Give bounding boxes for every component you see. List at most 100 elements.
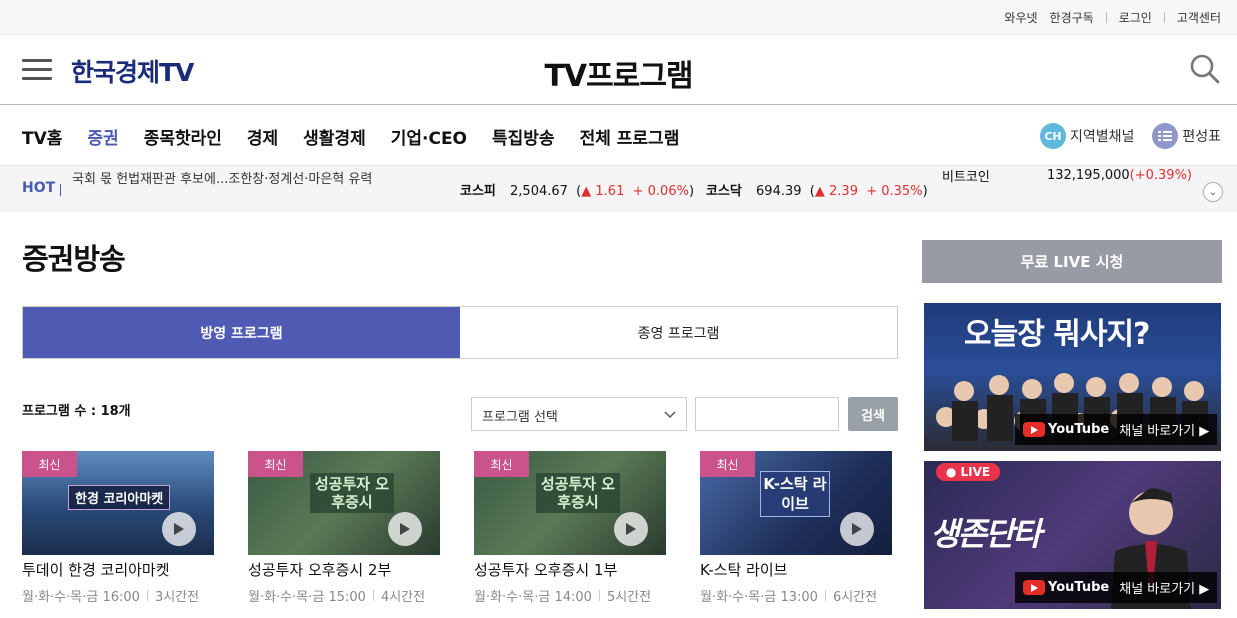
divider [1163, 12, 1165, 23]
hot-headline[interactable]: 국회 몫 헌법재판관 후보에...조한창·정계선·마은혁 유력 [72, 168, 372, 187]
channel-icon[interactable]: CH [1039, 123, 1066, 149]
thumbnail-title: 한경 코리아마켓 [68, 485, 171, 510]
bitcoin-name[interactable]: 비트코인 [942, 166, 990, 185]
program-title[interactable]: K-스탁 라이브 [700, 559, 892, 580]
kosdaq-change: 2.39 [829, 184, 858, 199]
wownet-link[interactable]: 와우넷 [1004, 9, 1037, 26]
new-badge: 최신 [22, 451, 77, 477]
new-badge: 최신 [700, 451, 755, 477]
utility-links: 와우넷 한경구독 로그인 고객센터 [992, 9, 1221, 26]
banner-title: 오늘장 뭐사지? [964, 317, 1150, 352]
kospi-change: 1.61 [595, 184, 625, 199]
live-badge: ● LIVE [936, 463, 1000, 481]
program-schedule: 월·화·수·목·금 15:00 [248, 590, 366, 605]
main-nav: TV홈 증권 종목핫라인 경제 생활경제 기업·CEO 특집방송 전체 프로그램… [0, 105, 1237, 166]
program-title[interactable]: 투데이 한경 코리아마켓 [22, 559, 214, 580]
program-updated: 4시간전 [380, 590, 426, 605]
youtube-icon [1023, 422, 1045, 437]
search-input[interactable] [695, 397, 839, 431]
new-badge: 최신 [474, 451, 529, 477]
program-meta: 월·화·수·목·금 14:00 5시간전 [474, 586, 666, 605]
nav-company-ceo[interactable]: 기업·CEO [391, 124, 467, 149]
nav-tv-home[interactable]: TV홈 [22, 124, 62, 149]
up-arrow-icon: ▲ [581, 184, 592, 199]
live-sidebar: 무료 LIVE 시청 오늘장 뭐사지? YouTube 채널 바로가기 ▶ ● … [922, 240, 1222, 609]
program-thumbnail[interactable]: 최신 성공투자 오후증시 [474, 451, 666, 555]
program-schedule: 월·화·수·목·금 14:00 [474, 590, 592, 605]
program-meta: 월·화·수·목·금 16:00 3시간전 [22, 586, 214, 605]
chevron-down-icon [664, 411, 676, 419]
banner-title: 생존단타 [930, 515, 1042, 553]
chevron-down-icon[interactable]: ⌄ [1203, 182, 1223, 202]
nav-special[interactable]: 특집방송 [492, 124, 555, 149]
up-arrow-icon: ▲ [814, 184, 825, 199]
program-card[interactable]: 최신 K-스탁 라이브 K-스탁 라이브 월·화·수·목·금 13:00 6시간전 [700, 451, 892, 605]
program-schedule: 월·화·수·목·금 16:00 [22, 590, 140, 605]
bitcoin-rate: (+0.39%) [1129, 168, 1192, 183]
kospi-rate: + 0.06% [632, 184, 689, 199]
support-link[interactable]: 고객센터 [1177, 9, 1221, 26]
play-icon[interactable] [840, 512, 874, 546]
subscribe-link[interactable]: 한경구독 [1050, 9, 1094, 26]
program-select-value: 프로그램 선택 [482, 410, 558, 425]
channel-cta: 채널 바로가기 ▶ [1119, 582, 1210, 597]
kosdaq-rate: + 0.35% [866, 184, 923, 199]
program-title[interactable]: 성공투자 오후증시 1부 [474, 559, 666, 580]
new-badge: 최신 [248, 451, 303, 477]
youtube-channel-button[interactable]: YouTube 채널 바로가기 ▶ [1015, 572, 1217, 603]
bitcoin-quote: 132,195,000(+0.39%) [1047, 168, 1192, 183]
program-card[interactable]: 최신 한경 코리아마켓 투데이 한경 코리아마켓 월·화·수·목·금 16:00… [22, 451, 214, 605]
login-link[interactable]: 로그인 [1119, 9, 1152, 26]
youtube-channel-button[interactable]: YouTube 채널 바로가기 ▶ [1015, 414, 1217, 445]
divider [1105, 12, 1107, 23]
section-title: 증권방송 [22, 242, 126, 276]
tab-ended[interactable]: 종영 프로그램 [460, 307, 897, 358]
schedule-icon[interactable] [1152, 123, 1179, 149]
nav-economy[interactable]: 경제 [247, 124, 278, 149]
program-title[interactable]: 성공투자 오후증시 2부 [248, 559, 440, 580]
kospi-name: 코스피 [460, 184, 496, 199]
kosdaq-value: 694.39 [756, 184, 802, 199]
program-updated: 6시간전 [832, 590, 878, 605]
kospi-value: 2,504.67 [510, 184, 568, 199]
program-schedule: 월·화·수·목·금 13:00 [700, 590, 818, 605]
program-thumbnail[interactable]: 최신 한경 코리아마켓 [22, 451, 214, 555]
program-thumbnail[interactable]: 최신 성공투자 오후증시 [248, 451, 440, 555]
thumbnail-title: K-스탁 라이브 [760, 471, 830, 517]
live-banner[interactable]: 오늘장 뭐사지? YouTube 채널 바로가기 ▶ [924, 303, 1221, 451]
page-title: TV프로그램 [544, 59, 693, 94]
youtube-label: YouTube [1048, 580, 1110, 595]
program-select[interactable]: 프로그램 선택 [471, 397, 687, 431]
hot-headline-next [72, 204, 76, 212]
program-thumbnail[interactable]: 최신 K-스탁 라이브 [700, 451, 892, 555]
search-icon[interactable] [1189, 53, 1221, 85]
program-list: 최신 한경 코리아마켓 투데이 한경 코리아마켓 월·화·수·목·금 16:00… [22, 451, 926, 605]
live-banner[interactable]: ● LIVE 생존단타 YouTube 채널 바로가기 ▶ [924, 461, 1221, 609]
regional-channel-link[interactable]: 지역별채널 [1070, 126, 1134, 146]
schedule-link[interactable]: 편성표 [1182, 126, 1221, 146]
kospi-quote[interactable]: 코스피 2,504.67 (▲ 1.61 + 0.06%) [460, 180, 694, 199]
program-card[interactable]: 최신 성공투자 오후증시 성공투자 오후증시 1부 월·화·수·목·금 14:0… [474, 451, 666, 605]
program-count: 프로그램 수 : 18개 [22, 404, 131, 419]
ticker-bar: HOT 국회 몫 헌법재판관 후보에...조한창·정계선·마은혁 유력 코스피 … [0, 166, 1237, 212]
bitcoin-value: 132,195,000 [1046, 168, 1130, 183]
play-icon[interactable] [614, 512, 648, 546]
youtube-icon [1023, 580, 1045, 595]
nav-stocks[interactable]: 증권 [87, 124, 118, 149]
program-meta: 월·화·수·목·금 15:00 4시간전 [248, 586, 440, 605]
nav-hotline[interactable]: 종목핫라인 [144, 124, 222, 149]
program-updated: 5시간전 [606, 590, 652, 605]
program-card[interactable]: 최신 성공투자 오후증시 성공투자 오후증시 2부 월·화·수·목·금 15:0… [248, 451, 440, 605]
program-tabs: 방영 프로그램 종영 프로그램 [22, 306, 898, 359]
kosdaq-quote[interactable]: 코스닥 694.39 (▲ 2.39 + 0.35%) [706, 180, 928, 199]
thumbnail-title: 성공투자 오후증시 [310, 473, 394, 513]
nav-living-economy[interactable]: 생활경제 [303, 124, 366, 149]
channel-cta: 채널 바로가기 ▶ [1119, 424, 1210, 439]
hot-label: HOT [22, 180, 56, 196]
play-icon[interactable] [162, 512, 196, 546]
search-button[interactable]: 검색 [848, 397, 898, 431]
tab-airing[interactable]: 방영 프로그램 [23, 307, 460, 358]
nav-all-programs[interactable]: 전체 프로그램 [580, 124, 680, 149]
thumbnail-title: 성공투자 오후증시 [536, 473, 620, 513]
play-icon[interactable] [388, 512, 422, 546]
